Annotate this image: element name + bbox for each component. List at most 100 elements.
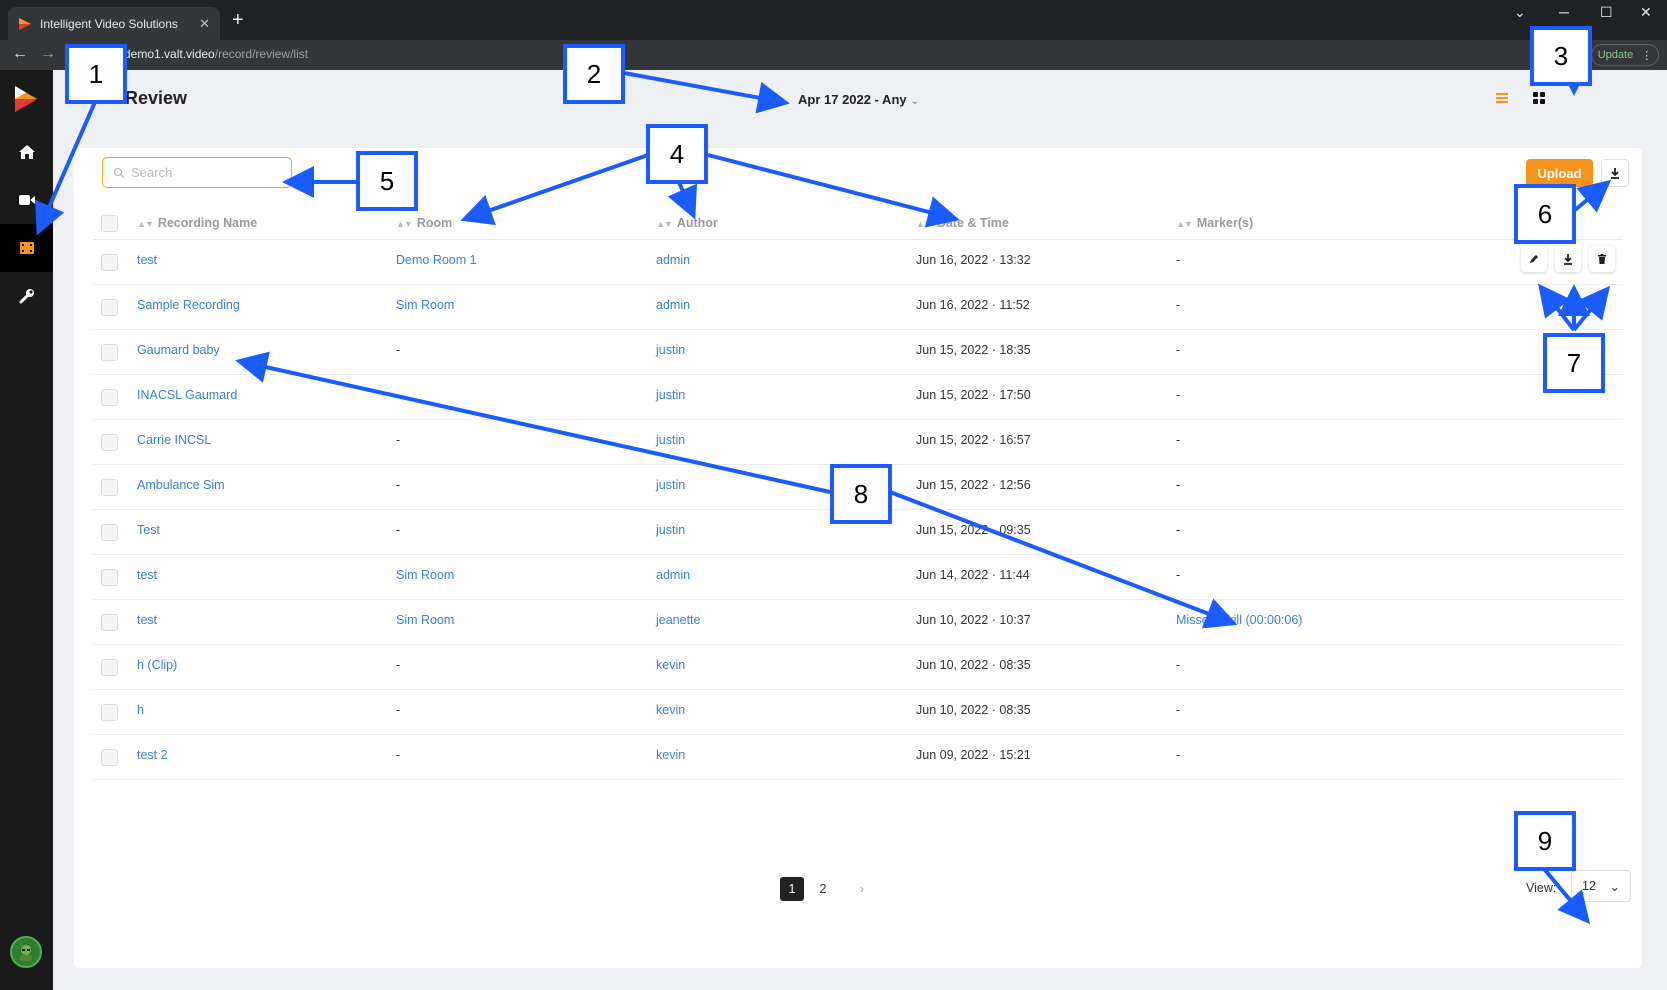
sidebar-item-home[interactable] bbox=[0, 128, 53, 176]
download-button[interactable] bbox=[1555, 246, 1581, 272]
cell-author[interactable]: justin bbox=[656, 478, 685, 492]
cell-author[interactable]: kevin bbox=[656, 748, 685, 762]
page-button-1[interactable]: 1 bbox=[780, 877, 804, 901]
page-button-2[interactable]: 2 bbox=[811, 877, 835, 901]
row-checkbox[interactable] bbox=[101, 254, 118, 271]
row-checkbox[interactable] bbox=[101, 659, 118, 676]
grid-view-toggle[interactable] bbox=[1525, 84, 1553, 112]
sidebar-item-video[interactable] bbox=[0, 176, 53, 224]
cell-recording-name[interactable]: test bbox=[137, 613, 157, 627]
table-row[interactable]: test Demo Room 1 admin Jun 16, 2022 · 13:32… bbox=[93, 240, 1623, 285]
column-header-markers[interactable]: ▲▼ Marker(s) bbox=[1176, 216, 1253, 230]
delete-button[interactable] bbox=[1589, 246, 1615, 272]
row-checkbox[interactable] bbox=[101, 704, 118, 721]
forward-icon[interactable]: → bbox=[40, 45, 56, 63]
column-label: Room bbox=[416, 216, 453, 230]
new-tab-button[interactable]: + bbox=[232, 10, 244, 30]
table-row[interactable]: test 2 - kevin Jun 09, 2022 · 15:21 - bbox=[93, 735, 1623, 780]
cell-author[interactable]: jeanette bbox=[656, 613, 700, 627]
cell-room[interactable]: Sim Room bbox=[396, 568, 454, 582]
cell-author[interactable]: justin bbox=[656, 433, 685, 447]
cell-recording-name[interactable]: test bbox=[137, 253, 157, 267]
page-title: Review bbox=[125, 88, 188, 108]
cell-room[interactable]: Sim Room bbox=[396, 613, 454, 627]
sidebar-item-settings[interactable] bbox=[0, 272, 53, 320]
date-filter-dropdown[interactable]: Apr 17 2022 - Any ⌄ bbox=[798, 92, 919, 107]
cell-author[interactable]: admin bbox=[656, 568, 690, 582]
close-window-icon[interactable]: ✕ bbox=[1640, 4, 1652, 21]
row-checkbox[interactable] bbox=[101, 749, 118, 766]
address-bar: ← → demo1.valt.video/record/review/list … bbox=[0, 40, 1667, 70]
valt-logo-icon[interactable] bbox=[13, 84, 39, 114]
maximize-icon[interactable]: ☐ bbox=[1600, 4, 1613, 21]
cell-date-time: Jun 16, 2022 · 13:32 bbox=[916, 253, 1031, 267]
update-button[interactable]: Update ⋮ bbox=[1591, 44, 1659, 66]
edit-button[interactable] bbox=[1521, 246, 1547, 272]
table-row[interactable]: test Sim Room jeanette Jun 10, 2022 · 10:37… bbox=[93, 600, 1623, 645]
tab-search-icon[interactable]: ⌄ bbox=[1514, 4, 1526, 21]
sidebar-item-review[interactable] bbox=[0, 224, 53, 272]
row-checkbox[interactable] bbox=[101, 569, 118, 586]
column-header-recording-name[interactable]: ▲▼ Recording Name bbox=[137, 216, 257, 230]
table-header: ▲▼ Recording Name ▲▼ Room ▲▼ Author ▲▼ Date … bbox=[93, 208, 1623, 240]
cell-room[interactable]: Demo Room 1 bbox=[396, 253, 477, 267]
cell-markers[interactable]: Missed Skill (00:00:06) bbox=[1176, 613, 1302, 627]
home-icon bbox=[18, 145, 35, 159]
avatar[interactable] bbox=[10, 936, 42, 968]
cell-author[interactable]: justin bbox=[656, 343, 685, 357]
row-checkbox[interactable] bbox=[101, 389, 118, 406]
list-view-toggle[interactable] bbox=[1488, 84, 1516, 112]
cell-markers: - bbox=[1176, 388, 1181, 402]
close-tab-icon[interactable]: ✕ bbox=[199, 16, 210, 32]
search-field[interactable] bbox=[102, 157, 292, 188]
row-checkbox[interactable] bbox=[101, 344, 118, 361]
row-checkbox[interactable] bbox=[101, 299, 118, 316]
table-row[interactable]: h - kevin Jun 10, 2022 · 08:35 - bbox=[93, 690, 1623, 735]
cell-recording-name[interactable]: Carrie INCSL bbox=[137, 433, 211, 447]
row-checkbox[interactable] bbox=[101, 434, 118, 451]
upload-button[interactable]: Upload bbox=[1526, 159, 1593, 187]
table-row[interactable]: Sample Recording Sim Room admin Jun 16, 202… bbox=[93, 285, 1623, 330]
minimize-icon[interactable]: ─ bbox=[1559, 4, 1569, 20]
user-avatar-icon bbox=[20, 945, 32, 961]
cell-recording-name[interactable]: h bbox=[137, 703, 144, 717]
per-page-value: 12 bbox=[1582, 879, 1596, 893]
cell-recording-name[interactable]: Ambulance Sim bbox=[137, 478, 225, 492]
cell-recording-name[interactable]: Gaumard baby bbox=[137, 343, 220, 357]
column-header-date-time[interactable]: ▲▼ Date & Time bbox=[916, 216, 1009, 230]
row-checkbox[interactable] bbox=[101, 524, 118, 541]
cell-author[interactable]: admin bbox=[656, 253, 690, 267]
row-checkbox[interactable] bbox=[101, 614, 118, 631]
pencil-icon bbox=[1530, 255, 1538, 263]
browser-tab[interactable]: Intelligent Video Solutions ✕ bbox=[8, 7, 220, 40]
next-page-button[interactable]: › bbox=[850, 877, 874, 901]
cell-recording-name[interactable]: test bbox=[137, 568, 157, 582]
cell-recording-name[interactable]: INACSL Gaumard bbox=[137, 388, 237, 402]
cell-room[interactable]: Sim Room bbox=[396, 298, 454, 312]
cell-author[interactable]: kevin bbox=[656, 703, 685, 717]
cell-author[interactable]: justin bbox=[656, 388, 685, 402]
column-header-room[interactable]: ▲▼ Room bbox=[396, 216, 452, 230]
table-row[interactable]: h (Clip) - kevin Jun 10, 2022 · 08:35 - bbox=[93, 645, 1623, 690]
download-all-button[interactable] bbox=[1601, 159, 1629, 187]
cell-date-time: Jun 10, 2022 · 08:35 bbox=[916, 658, 1031, 672]
table-row[interactable]: test Sim Room admin Jun 14, 2022 · 11:44 - bbox=[93, 555, 1623, 600]
cell-author[interactable]: justin bbox=[656, 523, 685, 537]
per-page-select[interactable]: 12 ⌄ bbox=[1571, 870, 1631, 902]
back-icon[interactable]: ← bbox=[12, 45, 28, 63]
url-field[interactable]: demo1.valt.video/record/review/list bbox=[124, 47, 308, 61]
table-row[interactable]: Carrie INCSL - justin Jun 15, 2022 · 16:57 - bbox=[93, 420, 1623, 465]
cell-author[interactable]: kevin bbox=[656, 658, 685, 672]
column-header-author[interactable]: ▲▼ Author bbox=[656, 216, 718, 230]
table-row[interactable]: Gaumard baby - justin Jun 15, 2022 · 18:35 - bbox=[93, 330, 1623, 375]
table-row[interactable]: INACSL Gaumard - justin Jun 15, 2022 · 17:5… bbox=[93, 375, 1623, 420]
cell-recording-name[interactable]: test 2 bbox=[137, 748, 168, 762]
cell-recording-name[interactable]: Sample Recording bbox=[137, 298, 240, 312]
tab-title: Intelligent Video Solutions bbox=[40, 16, 178, 31]
cell-author[interactable]: admin bbox=[656, 298, 690, 312]
cell-recording-name[interactable]: Test bbox=[137, 523, 160, 537]
select-all-checkbox[interactable] bbox=[101, 215, 118, 232]
cell-recording-name[interactable]: h (Clip) bbox=[137, 658, 177, 672]
search-input[interactable] bbox=[131, 165, 281, 180]
row-checkbox[interactable] bbox=[101, 479, 118, 496]
